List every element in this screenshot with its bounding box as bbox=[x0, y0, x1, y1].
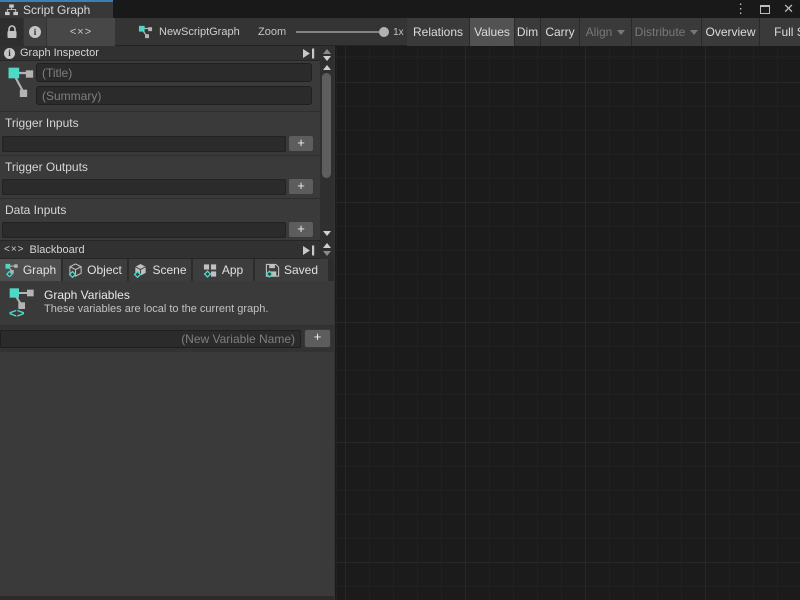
graph-canvas[interactable] bbox=[335, 46, 800, 600]
relations-button[interactable]: Relations bbox=[407, 18, 470, 46]
graph-variables-title: Graph Variables bbox=[44, 288, 130, 302]
values-button[interactable]: Values bbox=[470, 18, 515, 46]
panel-title: Blackboard bbox=[30, 244, 85, 256]
data-inputs-list[interactable] bbox=[2, 222, 286, 238]
blackboard-header: <×> Blackboard bbox=[0, 240, 320, 259]
toolbar-toggle-group: Relations Values Dim Carry Align Distrib… bbox=[407, 18, 800, 46]
graph-inspector-icon bbox=[7, 65, 34, 105]
add-data-input-button[interactable]: + bbox=[288, 221, 314, 238]
scroll-mini-up-icon[interactable] bbox=[323, 243, 331, 248]
scroll-mini-down-icon[interactable] bbox=[323, 56, 331, 61]
section-label-trigger-inputs: Trigger Inputs bbox=[0, 111, 320, 132]
trigger-inputs-list[interactable] bbox=[2, 136, 286, 152]
scrollbar-thumb[interactable] bbox=[322, 73, 331, 178]
variables-icon: <×> bbox=[4, 244, 25, 255]
info-icon: i bbox=[29, 26, 41, 38]
script-graph-window: Script Graph ⋮ ✕ i <×> bbox=[0, 0, 800, 600]
carry-button[interactable]: Carry bbox=[541, 18, 580, 46]
tab-app[interactable]: App bbox=[193, 259, 255, 281]
distribute-button: Distribute bbox=[632, 18, 702, 46]
dropdown-arrow-icon bbox=[617, 30, 625, 35]
graph-variables-description: These variables are local to the current… bbox=[44, 303, 268, 315]
title-input[interactable] bbox=[36, 63, 312, 82]
code-icon: <×> bbox=[70, 26, 92, 38]
floppy-icon bbox=[265, 263, 280, 278]
zoom-slider[interactable] bbox=[296, 31, 384, 33]
hierarchy-icon bbox=[5, 4, 18, 16]
zoom-slider-handle[interactable] bbox=[379, 27, 389, 37]
overview-button[interactable]: Overview bbox=[702, 18, 760, 46]
close-icon[interactable]: ✕ bbox=[783, 0, 794, 18]
scene-icon bbox=[133, 263, 148, 278]
variables-empty-area bbox=[0, 352, 334, 596]
dim-button[interactable]: Dim bbox=[515, 18, 541, 46]
graph-breadcrumb[interactable]: NewScriptGraph bbox=[138, 18, 240, 46]
dock-button[interactable] bbox=[302, 245, 316, 256]
script-graph-icon bbox=[138, 25, 153, 39]
scroll-mini-up-icon[interactable] bbox=[323, 49, 331, 54]
panel-title: Graph Inspector bbox=[20, 47, 99, 59]
summary-input[interactable] bbox=[36, 86, 312, 105]
add-variable-button[interactable]: + bbox=[304, 329, 331, 348]
info-icon: i bbox=[4, 48, 15, 59]
section-label-trigger-outputs: Trigger Outputs bbox=[0, 155, 320, 176]
graph-toolbar: i <×> NewScriptGraph Zoom 1x Relations V… bbox=[0, 18, 800, 46]
lock-icon bbox=[6, 25, 18, 39]
lock-button[interactable] bbox=[0, 18, 23, 46]
add-trigger-output-button[interactable]: + bbox=[288, 178, 314, 195]
scroll-mini-down-icon[interactable] bbox=[323, 251, 331, 256]
tab-object[interactable]: Object bbox=[63, 259, 129, 281]
blackboard-scrollbar[interactable] bbox=[320, 240, 334, 259]
graph-inspector-header: i Graph Inspector bbox=[0, 46, 320, 61]
window-tab-bar: Script Graph ⋮ ✕ bbox=[0, 0, 800, 18]
kebab-menu-icon[interactable]: ⋮ bbox=[734, 0, 747, 18]
cube-icon bbox=[68, 263, 83, 278]
new-variable-input[interactable] bbox=[0, 330, 301, 348]
maximize-icon[interactable] bbox=[760, 5, 770, 14]
graph-name: NewScriptGraph bbox=[159, 26, 240, 38]
full-screen-button[interactable]: Full Screen bbox=[760, 18, 800, 46]
zoom-label: Zoom bbox=[258, 26, 286, 38]
zoom-value: 1x bbox=[393, 27, 404, 38]
tab-scene[interactable]: Scene bbox=[129, 259, 193, 281]
section-label-data-inputs: Data Inputs bbox=[0, 198, 320, 219]
graph-variables-info: <> Graph Variables These variables are l… bbox=[0, 281, 334, 326]
sidebar-bottom-border bbox=[0, 596, 334, 600]
align-button: Align bbox=[580, 18, 632, 46]
scroll-up-icon[interactable] bbox=[323, 65, 331, 70]
graph-variables-icon: <> bbox=[9, 287, 37, 319]
dock-button[interactable] bbox=[302, 48, 316, 59]
svg-text:<>: <> bbox=[9, 306, 25, 319]
trigger-outputs-list[interactable] bbox=[2, 179, 286, 195]
tab-graph[interactable]: Graph bbox=[0, 259, 63, 281]
scroll-down-icon[interactable] bbox=[323, 231, 331, 236]
dropdown-arrow-icon bbox=[690, 30, 698, 35]
tab-saved[interactable]: Saved bbox=[255, 259, 328, 281]
info-button[interactable]: i bbox=[24, 18, 46, 46]
tab-title: Script Graph bbox=[23, 3, 90, 17]
app-icon bbox=[203, 263, 218, 278]
sidebar: i Graph Inspector Trigger Inputs + Trigg… bbox=[0, 46, 334, 600]
graph-tab-icon bbox=[5, 263, 19, 277]
inspector-scrollbar[interactable] bbox=[320, 46, 334, 240]
code-toggle-button[interactable]: <×> bbox=[47, 18, 115, 46]
blackboard-tab-bar: Graph Object Scene bbox=[0, 259, 334, 281]
new-variable-row: + bbox=[0, 326, 334, 352]
tab-script-graph[interactable]: Script Graph bbox=[0, 0, 113, 18]
add-trigger-input-button[interactable]: + bbox=[288, 135, 314, 152]
